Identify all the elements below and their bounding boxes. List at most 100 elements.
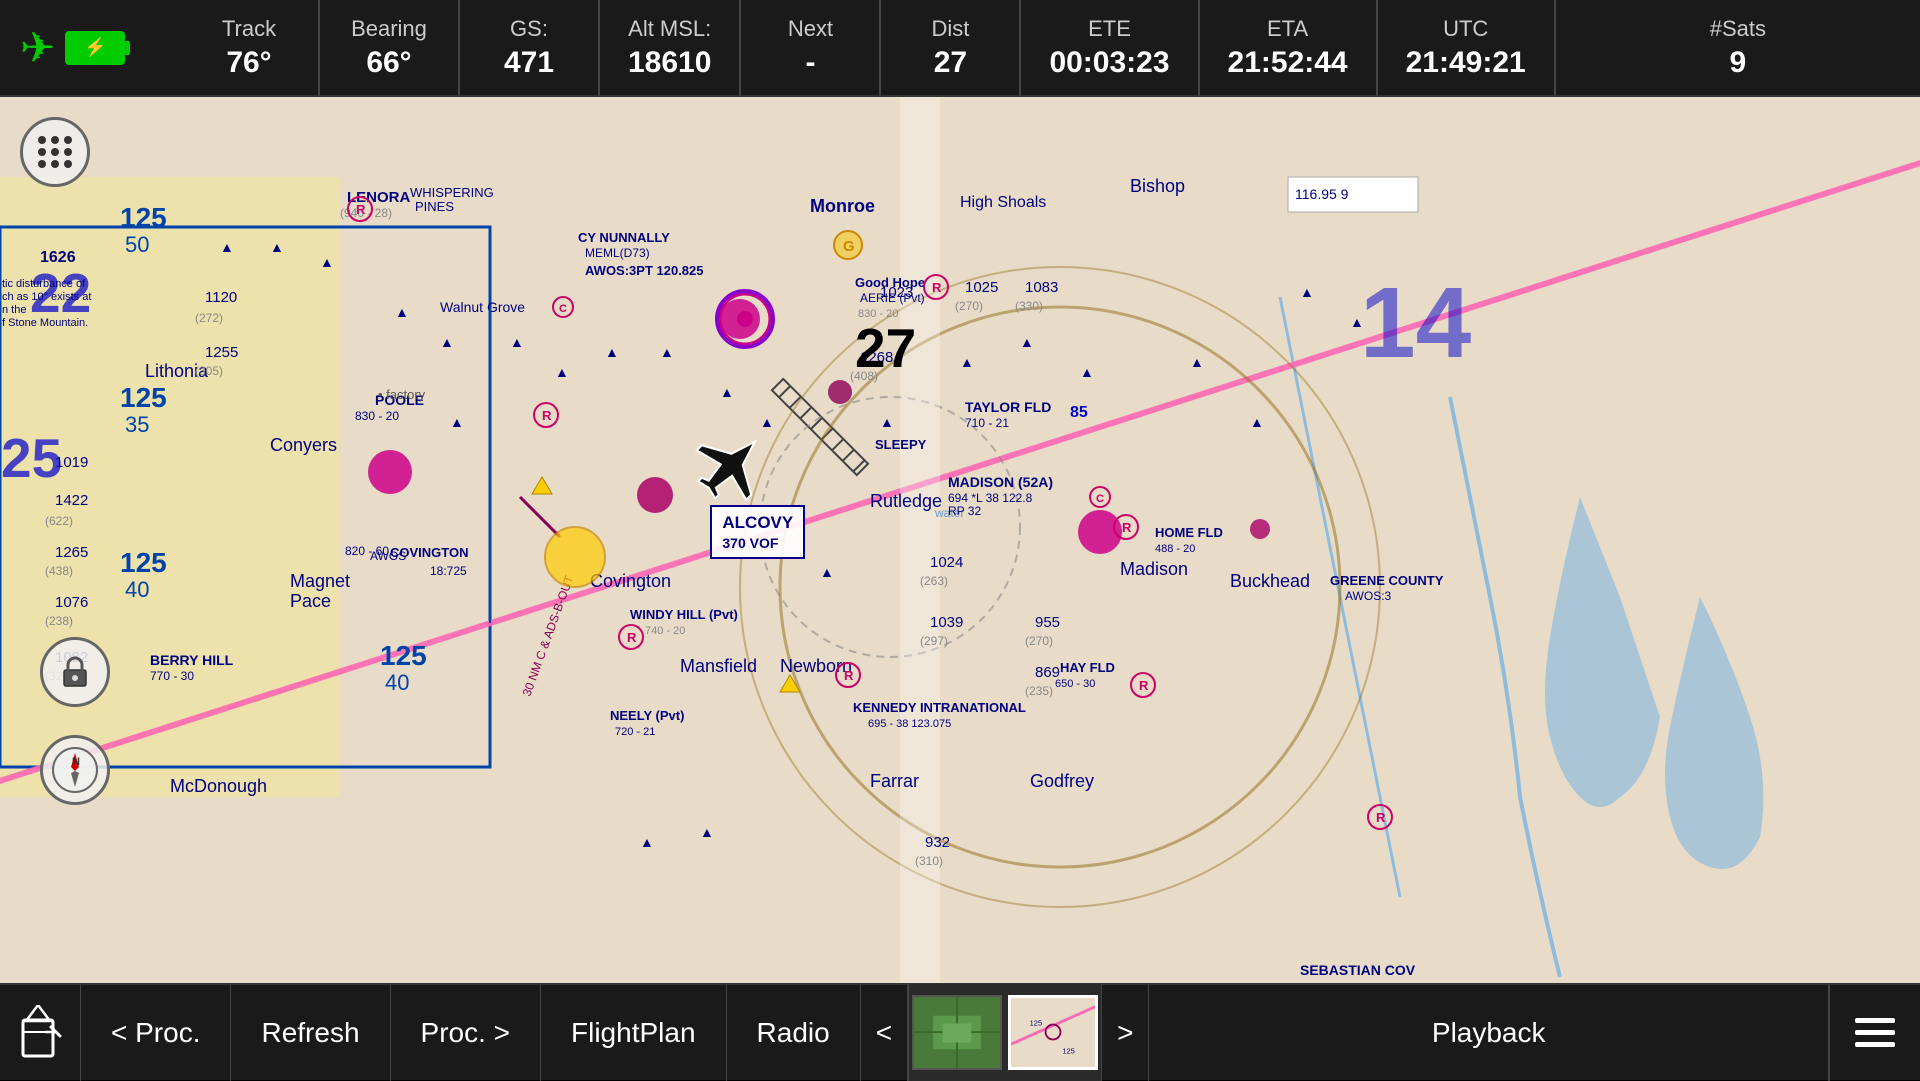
svg-text:N: N (72, 756, 80, 768)
map-thumb-2[interactable]: 125 125 (1008, 995, 1098, 1070)
svg-text:1039: 1039 (930, 614, 963, 631)
map-controls: N (20, 117, 90, 187)
playback-button[interactable]: Playback (1149, 984, 1829, 1081)
svg-text:Magnet: Magnet (290, 571, 350, 591)
svg-text:▲: ▲ (1350, 314, 1364, 330)
svg-text:40: 40 (125, 577, 149, 602)
svg-text:▲: ▲ (510, 334, 524, 350)
map-thumb-1[interactable] (912, 995, 1002, 1070)
svg-text:▲: ▲ (1300, 284, 1314, 300)
svg-text:▲: ▲ (1020, 334, 1034, 350)
svg-text:n the: n the (2, 304, 26, 316)
thumb-chart-icon: 125 125 (1011, 995, 1095, 1070)
svg-text:18:725: 18:725 (430, 564, 467, 578)
svg-text:(270): (270) (955, 299, 983, 313)
next-label: Next (788, 16, 833, 42)
bottom-toolbar: < Proc. Refresh Proc. > FlightPlan Radio… (0, 983, 1920, 1080)
svg-text:(438): (438) (45, 564, 73, 578)
svg-text:869: 869 (1035, 664, 1060, 681)
svg-text:Pace: Pace (290, 591, 331, 611)
svg-text:740 - 20: 740 - 20 (645, 625, 685, 637)
arrow-right-icon: > (1117, 1017, 1133, 1049)
svg-text:830 - 20: 830 - 20 (858, 308, 898, 320)
svg-text:G: G (843, 238, 855, 255)
route-icon-button[interactable] (0, 984, 81, 1081)
svg-text:▲: ▲ (640, 834, 654, 850)
svg-text:Bishop: Bishop (1130, 176, 1185, 196)
svg-text:27: 27 (855, 317, 916, 379)
sats-label: #Sats (1710, 16, 1766, 42)
dist-label: Dist (931, 16, 969, 42)
eta-label: ETA (1267, 16, 1308, 42)
svg-text:Mansfield: Mansfield (680, 656, 757, 676)
svg-text:R: R (627, 630, 637, 645)
map-next-button[interactable]: > (1102, 984, 1149, 1081)
svg-text:AERIE (Pvt): AERIE (Pvt) (860, 291, 925, 305)
svg-text:(270): (270) (1025, 634, 1053, 648)
flight-mode-icon: ✈ (20, 23, 55, 72)
svg-text:▲: ▲ (220, 239, 234, 255)
svg-text:1255: 1255 (205, 344, 238, 361)
alcovy-freq: 370 VOF (722, 535, 793, 551)
svg-text:Conyers: Conyers (270, 435, 337, 455)
track-label: Track (222, 16, 276, 42)
hamburger-line-2 (1855, 1030, 1895, 1035)
svg-text:▲: ▲ (880, 414, 894, 430)
utc-display: UTC 21:49:21 (1378, 0, 1556, 96)
eta-value: 21:52:44 (1228, 46, 1348, 80)
svg-text:MADISON (52A): MADISON (52A) (948, 474, 1053, 490)
bearing-label: Bearing (351, 16, 427, 42)
utc-value: 21:49:21 (1406, 46, 1526, 80)
eta-display: ETA 21:52:44 (1200, 0, 1378, 96)
svg-text:125: 125 (1030, 1019, 1042, 1028)
header-bar: ✈ ⚡ Track 76° Bearing 66° GS: 471 Alt MS… (0, 0, 1920, 97)
svg-text:▲: ▲ (820, 564, 834, 580)
svg-text:1083: 1083 (1025, 279, 1058, 296)
svg-text:955: 955 (1035, 614, 1060, 631)
svg-text:TAYLOR FLD: TAYLOR FLD (965, 399, 1051, 415)
svg-text:Monroe: Monroe (810, 196, 875, 216)
ete-value: 00:03:23 (1049, 46, 1169, 80)
sats-display: #Sats 9 (1556, 0, 1920, 96)
svg-text:695 - 38 123.075: 695 - 38 123.075 (868, 718, 951, 730)
svg-text:PINES: PINES (415, 199, 454, 214)
hamburger-menu-button[interactable] (1829, 984, 1920, 1081)
svg-text:Walnut Grove: Walnut Grove (440, 299, 525, 315)
flightplan-button[interactable]: FlightPlan (541, 984, 727, 1081)
compass-icon: N (50, 745, 100, 795)
next-display: Next - (741, 0, 881, 96)
svg-text:(238): (238) (45, 614, 73, 628)
svg-text:720 - 21: 720 - 21 (615, 726, 655, 738)
svg-text:(330): (330) (1015, 299, 1043, 313)
battery-icon: ⚡ (65, 31, 125, 65)
refresh-label: Refresh (261, 1017, 359, 1049)
svg-text:932: 932 (925, 834, 950, 851)
radio-button[interactable]: Radio (727, 984, 861, 1081)
refresh-button[interactable]: Refresh (231, 984, 390, 1081)
svg-text:35: 35 (125, 412, 149, 437)
svg-text:WINDY HILL (Pvt): WINDY HILL (Pvt) (630, 607, 738, 622)
map-prev-button[interactable]: < (861, 984, 908, 1081)
svg-text:Madison: Madison (1120, 559, 1188, 579)
map-area[interactable]: Monroe High Shoals Bishop Lithonia Conye… (0, 97, 1920, 983)
svg-text:AWOS:3: AWOS:3 (1345, 589, 1392, 603)
svg-text:C: C (1096, 493, 1104, 505)
ete-label: ETE (1088, 16, 1131, 42)
svg-text:(297): (297) (920, 634, 948, 648)
svg-text:f Stone Mountain.: f Stone Mountain. (2, 317, 88, 329)
svg-text:▲: ▲ (320, 254, 334, 270)
svg-text:▲: ▲ (960, 354, 974, 370)
svg-text:▲: ▲ (440, 334, 454, 350)
compass-button[interactable]: N (40, 735, 110, 805)
aeronautical-chart: Monroe High Shoals Bishop Lithonia Conye… (0, 97, 1920, 983)
svg-text:R: R (542, 408, 552, 423)
svg-text:1076: 1076 (55, 594, 88, 611)
svg-text:ch as 10° exists at: ch as 10° exists at (2, 291, 91, 303)
proc-prev-button[interactable]: < Proc. (81, 984, 231, 1081)
svg-text:125: 125 (1062, 1047, 1074, 1056)
svg-text:HAY FLD: HAY FLD (1060, 660, 1115, 675)
menu-button[interactable] (20, 117, 90, 187)
svg-text:• factory: • factory (378, 387, 426, 402)
proc-next-button[interactable]: Proc. > (391, 984, 541, 1081)
lock-button[interactable] (40, 637, 110, 707)
